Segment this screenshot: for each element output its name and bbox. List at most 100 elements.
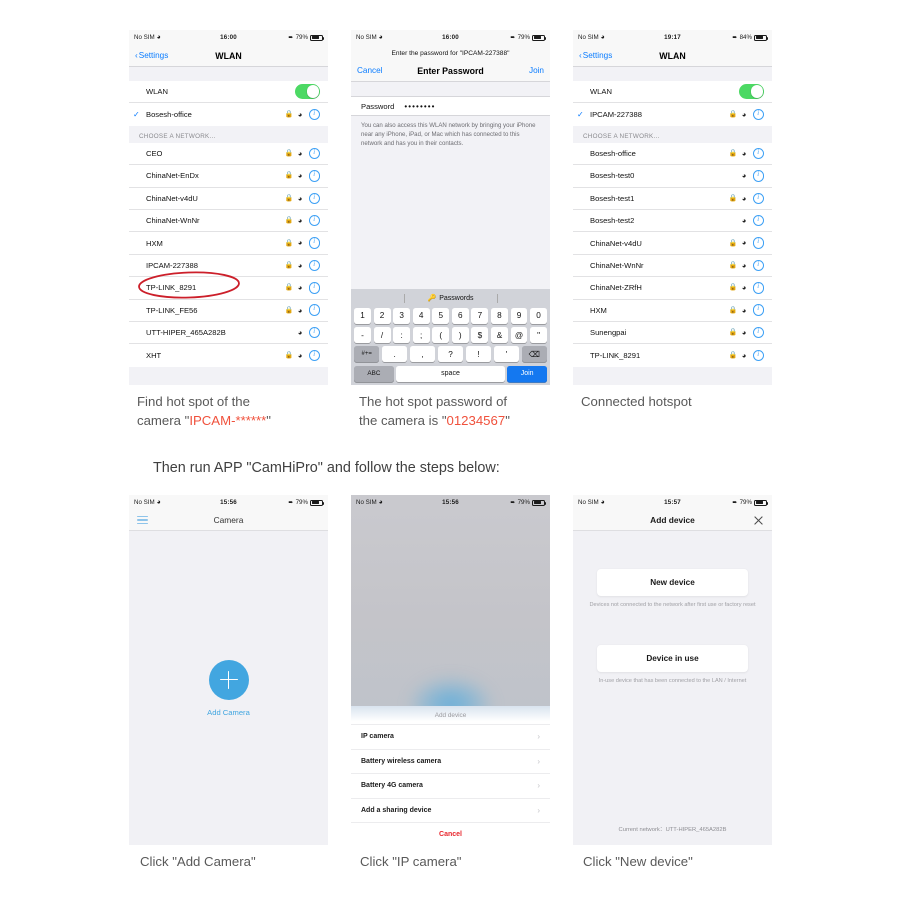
key-&[interactable]: &	[490, 327, 508, 344]
key-6[interactable]: 6	[451, 307, 469, 324]
key--[interactable]: -	[354, 327, 371, 344]
action-sheet-item[interactable]: Battery 4G camera ›	[351, 773, 550, 798]
network-row[interactable]: ChinaNet-v4dU 🔒 ◕ i	[129, 187, 328, 210]
network-row[interactable]: TP-LINK_8291 🔒 ◕ i	[129, 277, 328, 300]
password-field-row[interactable]: Password ••••••••	[351, 96, 550, 116]
info-button[interactable]: i	[308, 108, 320, 121]
new-device-button[interactable]: New device	[597, 569, 748, 596]
key-4[interactable]: 4	[412, 307, 430, 324]
wlan-toggle-row[interactable]: WLAN	[129, 81, 328, 104]
info-button[interactable]: i	[752, 214, 764, 227]
key-join[interactable]: Join	[507, 365, 548, 382]
key-3[interactable]: 3	[393, 307, 411, 324]
key-.[interactable]: .	[381, 346, 408, 363]
network-row[interactable]: ChinaNet-WnNr 🔒 ◕ i	[573, 254, 772, 278]
info-button[interactable]: i	[308, 326, 320, 339]
key-0[interactable]: 0	[530, 307, 548, 324]
network-row[interactable]: TP-LINK_FE56 🔒 ◕ i	[129, 299, 328, 322]
network-row[interactable]: TP-LINK_8291 🔒 ◕ i	[573, 344, 772, 367]
info-button[interactable]: i	[752, 108, 764, 121]
info-button[interactable]: i	[752, 147, 764, 160]
key-,[interactable]: ,	[409, 346, 436, 363]
network-row[interactable]: ChinaNet-ZRfH 🔒 ◕ i	[573, 277, 772, 300]
key-1[interactable]: 1	[354, 307, 371, 324]
info-button[interactable]: i	[752, 170, 764, 182]
key-space[interactable]: space	[396, 365, 505, 382]
connected-network-row[interactable]: ✓ Bosesh-office 🔒 ◕ i	[129, 103, 328, 126]
network-row[interactable]: ChinaNet-EnDx 🔒 ◕ i	[129, 165, 328, 188]
info-button[interactable]: i	[752, 259, 764, 272]
key-![interactable]: !	[465, 346, 492, 363]
key-?[interactable]: ?	[437, 346, 464, 363]
network-row[interactable]: Bosesh-test2 ◕ i	[573, 209, 772, 233]
back-button-settings[interactable]: ‹ Settings	[135, 51, 168, 60]
action-sheet-item[interactable]: IP camera ›	[351, 724, 550, 749]
cancel-button[interactable]: Cancel	[357, 66, 383, 75]
key-$[interactable]: $	[471, 327, 489, 344]
network-ssid-label: HXM	[590, 305, 607, 315]
network-row[interactable]: Sunengpai 🔒 ◕ i	[573, 321, 772, 345]
network-row[interactable]: UTT-HIPER_465A282B ◕ i	[129, 321, 328, 345]
dimmed-backdrop[interactable]	[351, 510, 550, 706]
key-2[interactable]: 2	[373, 307, 391, 324]
network-row[interactable]: ChinaNet-WnNr 🔒 ◕ i	[129, 209, 328, 233]
info-button[interactable]: i	[752, 326, 764, 339]
device-in-use-button[interactable]: Device in use	[597, 645, 748, 673]
network-row[interactable]: XHT 🔒 ◕ i	[129, 344, 328, 367]
hamburger-menu-icon[interactable]	[137, 515, 148, 525]
wlan-toggle-row[interactable]: WLAN	[573, 81, 772, 104]
key-⌫[interactable]: ⌫	[521, 346, 547, 363]
key-@[interactable]: @	[510, 327, 528, 344]
password-input[interactable]: ••••••••	[404, 102, 435, 111]
key-5[interactable]: 5	[432, 307, 450, 324]
info-button[interactable]: i	[308, 214, 320, 227]
network-row[interactable]: HXM 🔒 ◕ i	[129, 232, 328, 255]
network-row[interactable]: ChinaNet-v4dU 🔒 ◕ i	[573, 232, 772, 255]
wifi-signal-icon: ◕	[741, 215, 747, 225]
network-row[interactable]: HXM 🔒 ◕ i	[573, 299, 772, 322]
network-row[interactable]: Bosesh-test0 ◕ i	[573, 165, 772, 188]
network-row[interactable]: Bosesh-test1 🔒 ◕ i	[573, 187, 772, 210]
close-icon[interactable]	[753, 515, 764, 526]
key-#+=[interactable]: #+=	[354, 346, 380, 363]
network-row[interactable]: CEO 🔒 ◕ i	[129, 142, 328, 166]
network-row[interactable]: Bosesh-office 🔒 ◕ i	[573, 142, 772, 166]
wlan-toggle-switch[interactable]	[295, 84, 320, 99]
join-button[interactable]: Join	[529, 66, 544, 75]
key-)[interactable]: )	[451, 327, 469, 344]
info-button[interactable]: i	[752, 192, 764, 204]
info-button[interactable]: i	[308, 349, 320, 362]
info-button[interactable]: i	[308, 304, 320, 316]
key-'[interactable]: '	[493, 346, 520, 363]
key-([interactable]: (	[432, 327, 450, 344]
key-abc[interactable]: ABC	[354, 365, 394, 382]
keyboard-autofill-bar[interactable]: 🔑 Passwords	[353, 292, 548, 305]
key-"[interactable]: "	[530, 327, 548, 344]
key-7[interactable]: 7	[471, 307, 489, 324]
back-button-settings[interactable]: ‹ Settings	[579, 51, 612, 60]
wlan-toggle-switch[interactable]	[739, 84, 764, 99]
wifi-signal-icon: ◕	[741, 171, 747, 181]
info-button[interactable]: i	[308, 147, 320, 160]
key-;[interactable]: ;	[412, 327, 430, 344]
info-button[interactable]: i	[308, 170, 320, 182]
action-sheet-item[interactable]: Add a sharing device ›	[351, 797, 550, 823]
key-8[interactable]: 8	[490, 307, 508, 324]
info-button[interactable]: i	[308, 259, 320, 272]
info-button[interactable]: i	[752, 349, 764, 362]
info-button[interactable]: i	[752, 304, 764, 316]
info-button[interactable]: i	[752, 237, 764, 249]
add-camera-button[interactable]	[208, 659, 249, 700]
connected-network-row[interactable]: ✓ IPCAM-227388 🔒 ◕ i	[573, 103, 772, 126]
key-9[interactable]: 9	[510, 307, 528, 324]
info-button[interactable]: i	[308, 282, 320, 294]
action-sheet-cancel-button[interactable]: Cancel	[351, 822, 550, 845]
action-sheet-item[interactable]: Battery wireless camera ›	[351, 748, 550, 774]
action-sheet-item-label: Battery wireless camera	[361, 757, 442, 765]
info-button[interactable]: i	[308, 192, 320, 204]
key-/[interactable]: /	[373, 327, 391, 344]
network-row[interactable]: IPCAM-227388 🔒 ◕ i	[129, 254, 328, 278]
info-button[interactable]: i	[308, 237, 320, 249]
key-:[interactable]: :	[393, 327, 411, 344]
info-button[interactable]: i	[752, 282, 764, 294]
